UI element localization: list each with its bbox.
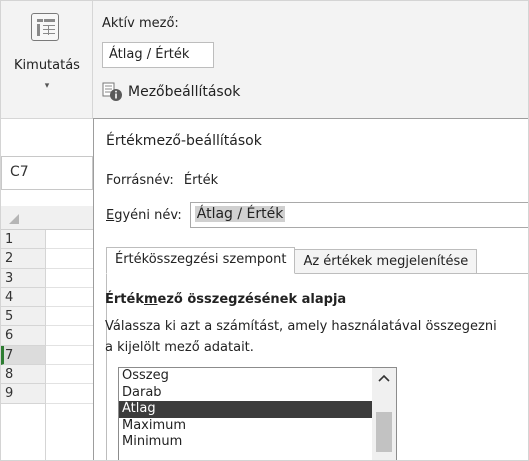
summary-function-listbox[interactable]: Összeg Darab Átlag Maximum Minimum <box>118 367 397 460</box>
field-settings-icon <box>102 82 124 102</box>
custom-name-input[interactable]: Átlag / Érték <box>189 202 528 228</box>
summary-heading-part: Érték <box>105 292 144 307</box>
listbox-scrollbar[interactable] <box>372 368 396 460</box>
dialog-title: Értékmező-beállítások <box>106 133 262 149</box>
active-field-label: Aktív mező: <box>102 16 179 31</box>
summary-description-line: a kijelölt mező adatait. <box>105 340 254 355</box>
source-name-label: Forrásnév: <box>106 173 174 188</box>
tab-show-values-as[interactable]: Az értékek megjelenítése <box>295 249 478 273</box>
scroll-thumb[interactable] <box>376 412 392 452</box>
window: Kimutatás ▾ Aktív mező: Átlag / Érték Me… <box>0 0 529 461</box>
list-item-sum[interactable]: Összeg <box>119 368 372 385</box>
scroll-up-icon[interactable] <box>372 372 396 385</box>
source-name-row: Forrásnév: Érték <box>106 173 218 188</box>
summary-heading: Értékmező összegzésének alapja <box>105 292 346 307</box>
custom-name-label-accesskey: E <box>106 207 115 223</box>
row-header[interactable]: 3 <box>1 268 45 288</box>
name-box[interactable]: C7 <box>1 156 93 190</box>
select-all-corner[interactable] <box>1 206 93 230</box>
custom-name-label-rest: gyéni név: <box>114 207 182 223</box>
grid-column[interactable] <box>45 230 93 460</box>
row-header-selected[interactable]: 7 <box>1 345 45 366</box>
row-header[interactable]: 2 <box>1 249 45 269</box>
custom-name-row: Egyéni név: Átlag / Érték <box>106 202 528 228</box>
dialog-tabs: Értékösszegzési szempont Az értékek megj… <box>106 247 478 274</box>
chevron-down-icon[interactable]: ▾ <box>41 81 53 91</box>
active-field-input[interactable]: Átlag / Érték <box>102 42 214 68</box>
pivot-table-icon[interactable] <box>31 13 59 41</box>
row-header[interactable]: 8 <box>1 365 45 385</box>
row-header[interactable]: 6 <box>1 326 45 346</box>
source-name-value: Érték <box>183 173 219 188</box>
custom-name-value: Átlag / Érték <box>194 206 286 222</box>
field-settings-label: Mezőbeállítások <box>128 84 241 100</box>
list-item-count[interactable]: Darab <box>119 385 372 402</box>
row-header[interactable]: 4 <box>1 287 45 308</box>
row-headers: 1 2 3 4 5 6 7 8 9 <box>1 230 45 404</box>
list-item-min[interactable]: Minimum <box>119 434 372 451</box>
summary-description-line: Válassza ki azt a számítást, amely haszn… <box>105 319 497 334</box>
custom-name-label: Egyéni név: <box>106 208 182 223</box>
list-item-max[interactable]: Maximum <box>119 418 372 435</box>
value-field-settings-dialog: Értékmező-beállítások Forrásnév: Érték E… <box>93 118 528 460</box>
select-all-icon <box>9 214 19 224</box>
summary-heading-accesskey: m <box>143 292 158 307</box>
tab-summarize-by[interactable]: Értékösszegzési szempont <box>106 247 296 274</box>
ribbon: Kimutatás ▾ Aktív mező: Átlag / Érték Me… <box>1 1 528 119</box>
summary-description: Válassza ki azt a számítást, amely haszn… <box>105 316 528 358</box>
row-header[interactable]: 5 <box>1 307 45 327</box>
list-item-average[interactable]: Átlag <box>119 401 372 418</box>
row-header[interactable]: 1 <box>1 230 45 250</box>
field-settings-button[interactable]: Mezőbeállítások <box>102 81 240 103</box>
pivot-table-label[interactable]: Kimutatás <box>3 58 91 73</box>
summary-heading-part: ező összegzésének alapja <box>157 292 347 307</box>
row-header[interactable]: 9 <box>1 384 45 404</box>
pivot-table-group: Kimutatás ▾ <box>1 1 93 119</box>
